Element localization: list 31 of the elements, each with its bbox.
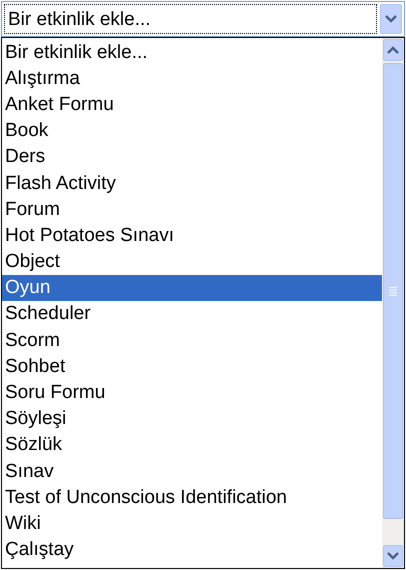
list-option[interactable]: Forum xyxy=(2,196,382,222)
list-option[interactable]: Bir etkinlik ekle... xyxy=(2,39,382,66)
list-option[interactable]: Alıştırma xyxy=(2,65,382,92)
list-option[interactable]: Flash Activity xyxy=(2,170,382,196)
scroll-up-button[interactable] xyxy=(383,39,403,61)
list-option[interactable]: Test of Unconscious Identification xyxy=(2,484,382,510)
list-option[interactable]: Book xyxy=(2,118,382,144)
list-option[interactable]: Oyun xyxy=(2,274,382,301)
list-option[interactable]: Scorm xyxy=(2,327,382,354)
grip-icon xyxy=(388,286,398,296)
scroll-thumb[interactable] xyxy=(383,63,403,519)
scroll-down-button[interactable] xyxy=(383,545,403,567)
list-option[interactable]: Wiki xyxy=(2,510,382,537)
list-option[interactable]: Söyleşi xyxy=(2,406,382,432)
list-option[interactable]: Ders xyxy=(2,144,382,170)
list-option[interactable]: Sözlük xyxy=(2,432,382,458)
list-option[interactable]: Soru Formu xyxy=(2,379,382,406)
list-option[interactable]: Çalıştay xyxy=(2,536,382,563)
chevron-up-icon xyxy=(387,46,399,54)
list-option[interactable]: Anket Formu xyxy=(2,91,382,118)
dropdown-select[interactable]: Bir etkinlik ekle... xyxy=(1,1,405,37)
list-option[interactable]: Sohbet xyxy=(2,353,382,380)
dropdown-button[interactable] xyxy=(380,4,402,34)
list-option[interactable]: Hot Potatoes Sınavı xyxy=(2,222,382,248)
scrollbar[interactable] xyxy=(382,38,404,568)
select-value: Bir etkinlik ekle... xyxy=(4,4,377,34)
list-option[interactable]: Scheduler xyxy=(2,300,382,328)
chevron-down-icon xyxy=(387,552,399,560)
list-option[interactable]: Object xyxy=(2,248,382,275)
chevron-down-icon xyxy=(385,15,397,23)
list-option[interactable]: Sınav xyxy=(2,458,382,484)
